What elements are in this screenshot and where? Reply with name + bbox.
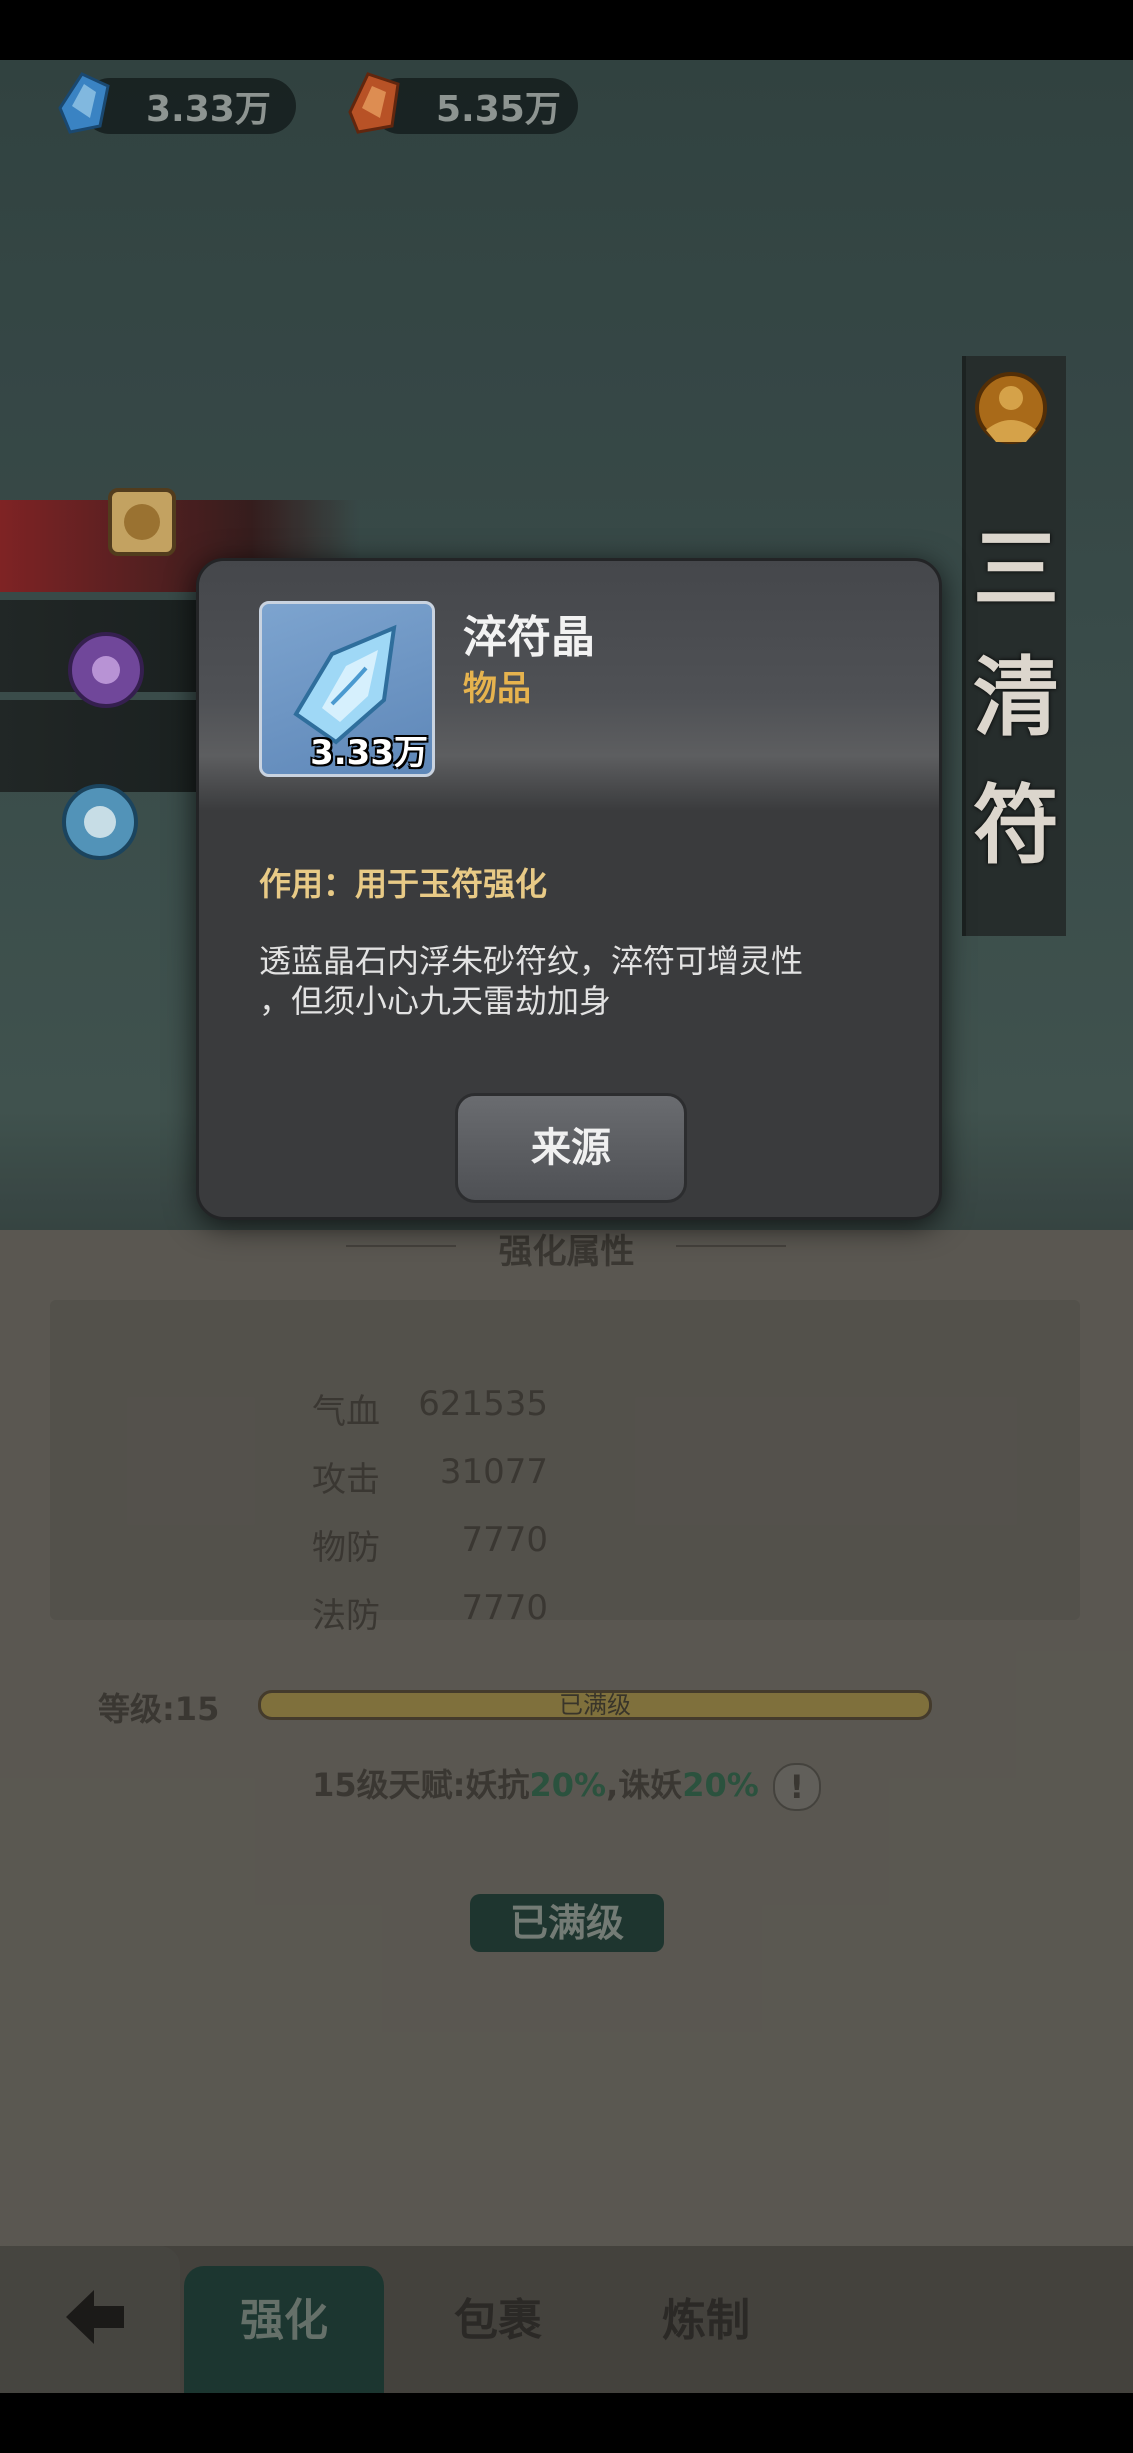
item-name: 淬符晶	[463, 612, 595, 663]
item-icon-frame: 3.33万	[259, 601, 435, 777]
item-count: 3.33万	[310, 733, 428, 773]
source-button[interactable]: 来源	[455, 1093, 687, 1203]
item-usage: 作用：用于玉符强化	[259, 865, 548, 903]
description-line-2: ，但须小心九天雷劫加身	[259, 982, 612, 1020]
item-type: 物品	[463, 669, 531, 709]
item-detail-modal: 3.33万 淬符晶 物品 作用：用于玉符强化 透蓝晶石内浮朱砂符纹，淬符可增灵性…	[196, 558, 942, 1220]
item-description: 透蓝晶石内浮朱砂符纹，淬符可增灵性 ，但须小心九天雷劫加身	[259, 941, 899, 1021]
description-line-1: 透蓝晶石内浮朱砂符纹，淬符可增灵性	[259, 942, 804, 980]
modal-backdrop[interactable]	[0, 60, 1133, 2393]
system-bottom-bar	[0, 2393, 1133, 2453]
